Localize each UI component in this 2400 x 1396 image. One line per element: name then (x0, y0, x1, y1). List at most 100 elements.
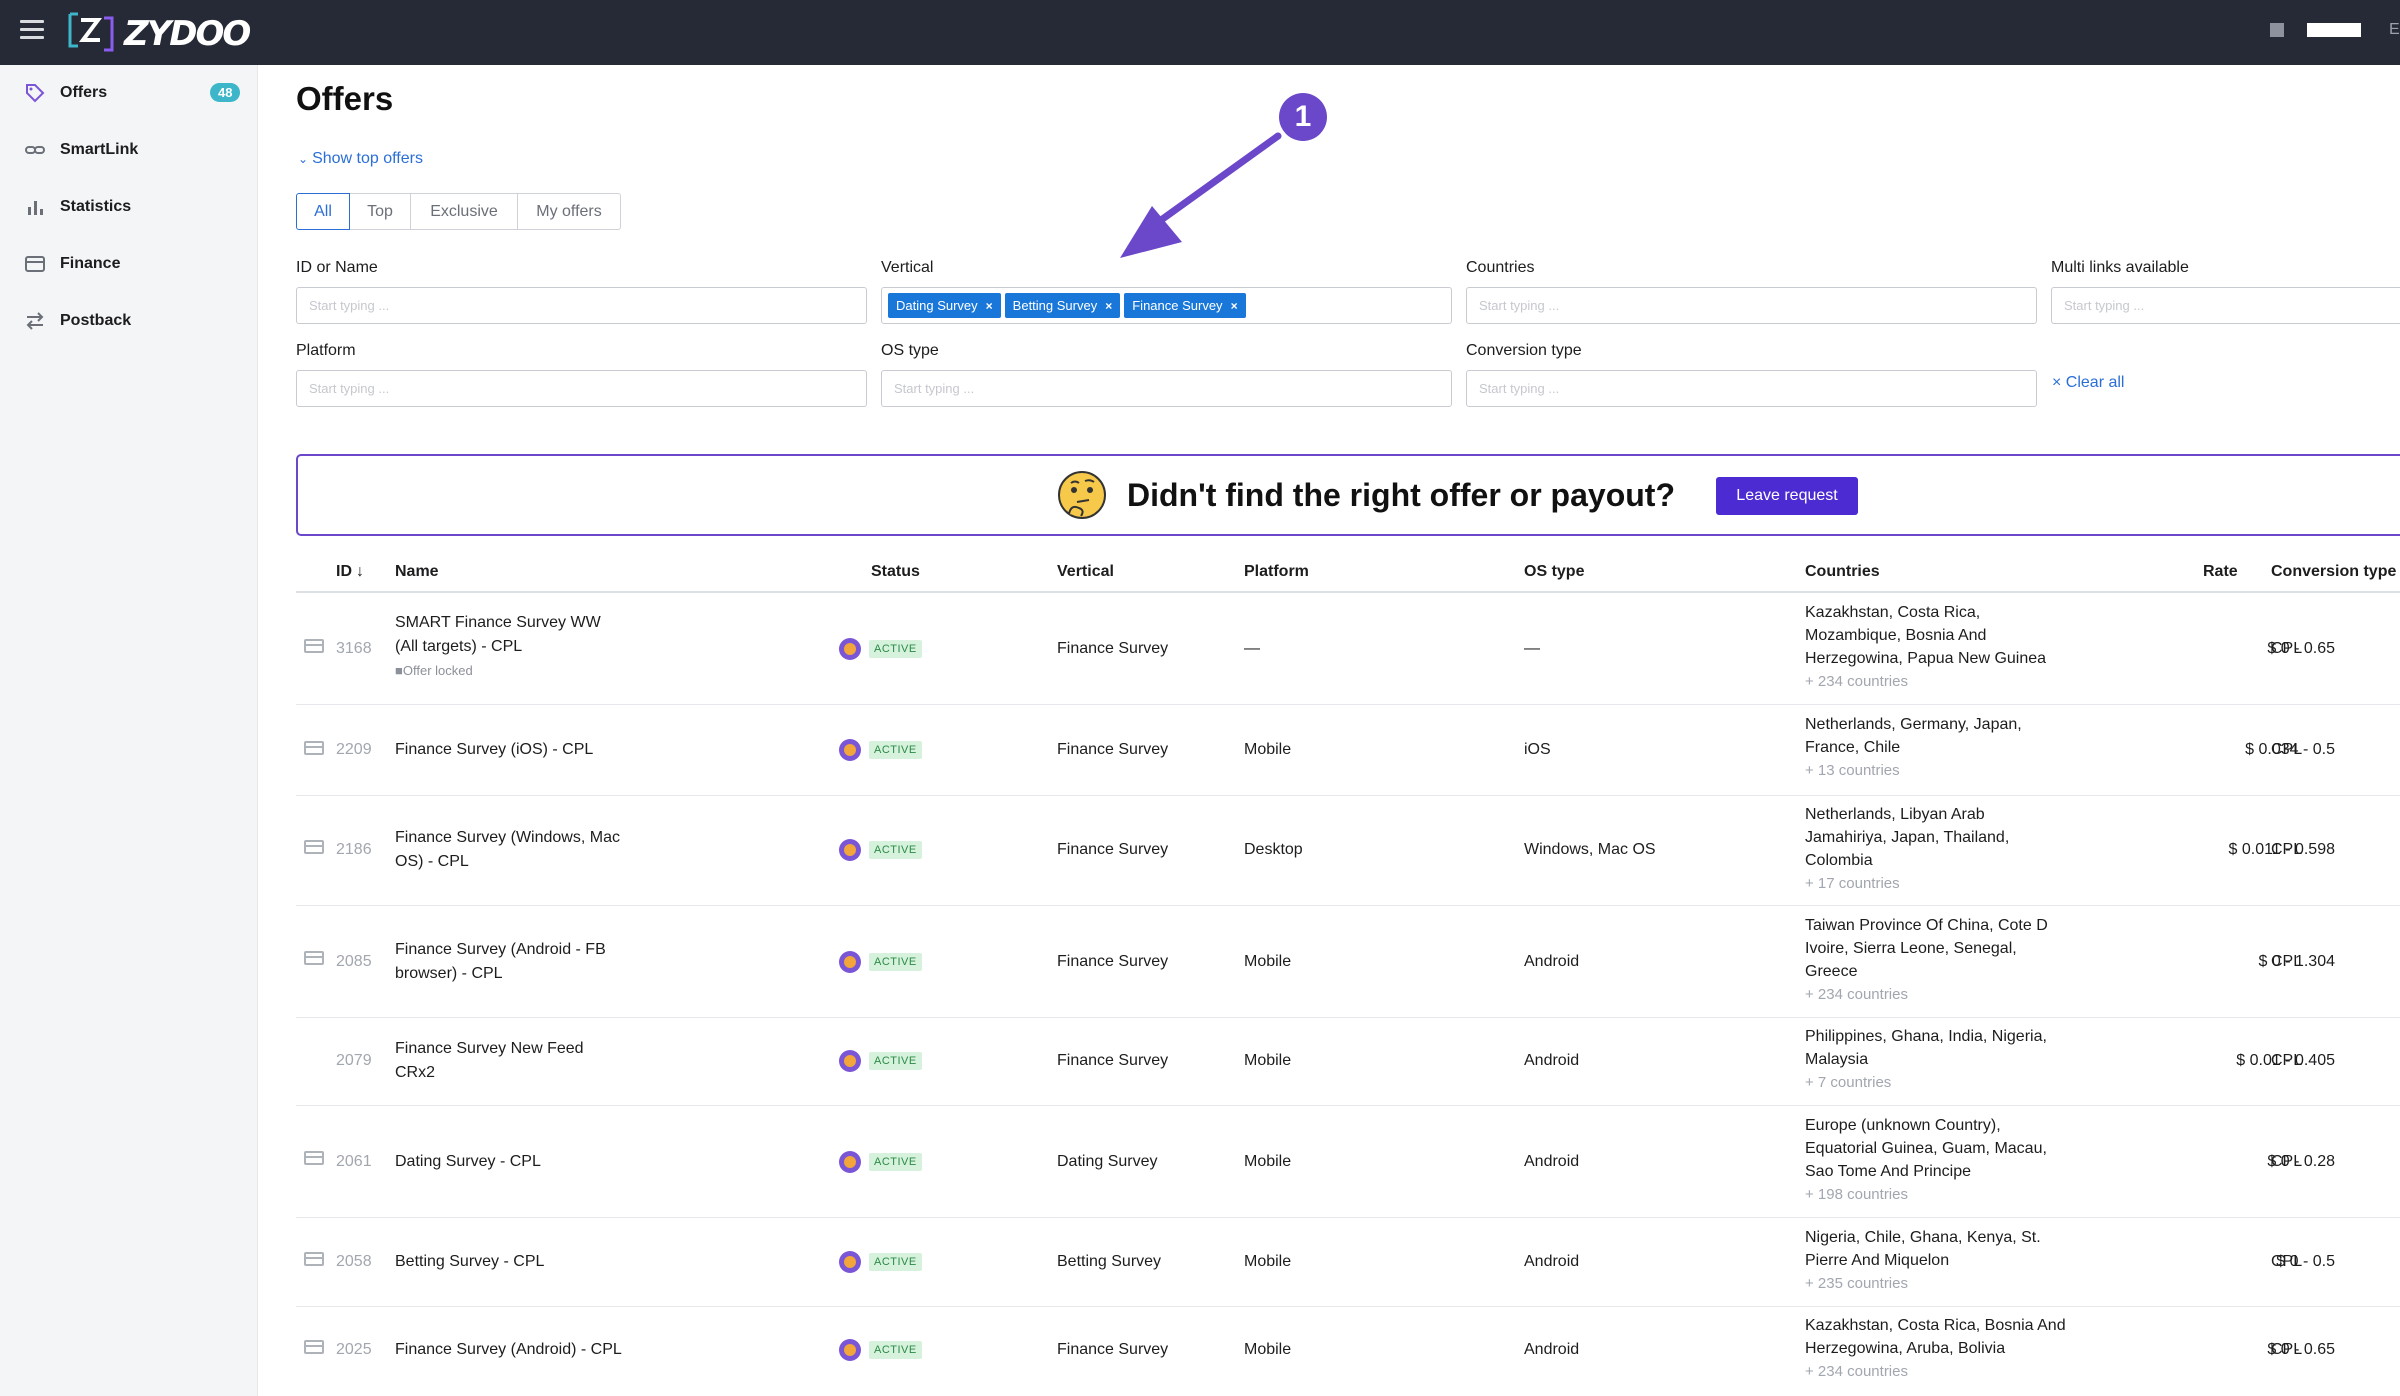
notification-icon[interactable] (2270, 23, 2284, 37)
tab-top[interactable]: Top (350, 193, 411, 230)
offer-name-line-1[interactable]: Betting Survey - CPL (395, 1250, 544, 1274)
offer-name-line-2[interactable]: browser) - CPL (395, 962, 503, 986)
column-header-os-type[interactable]: OS type (1524, 563, 1584, 581)
offer-countries-line-2: Malaysia (1805, 1051, 1869, 1068)
countries-input[interactable]: Start typing ... (1466, 287, 2037, 324)
column-header-vertical[interactable]: Vertical (1057, 563, 1114, 581)
sidebar-item-postback[interactable]: Postback (0, 293, 258, 349)
sidebar-item-offers[interactable]: Offers 48 (0, 65, 258, 121)
show-top-offers-link[interactable]: ⌄ Show top offers (298, 150, 423, 168)
offer-name-line-1[interactable]: Finance Survey (Windows, Mac (395, 826, 620, 850)
offer-vertical: Finance Survey (1057, 841, 1169, 858)
os-type-input[interactable]: Start typing ... (881, 370, 1452, 407)
menu-icon[interactable] (20, 20, 44, 40)
status-badge: ACTIVE (869, 1052, 922, 1070)
offer-name-line-1[interactable]: Dating Survey - CPL (395, 1150, 541, 1174)
offer-os-type: — (1524, 640, 1540, 657)
offer-vertical: Finance Survey (1057, 640, 1169, 657)
vertical-input[interactable]: Dating Survey × Betting Survey × Finance S… (881, 287, 1452, 324)
offer-name-line-2[interactable]: (All targets) - CPL (395, 635, 522, 659)
remove-chip-icon[interactable]: × (986, 299, 993, 313)
offer-os-type: Windows, Mac OS (1524, 841, 1656, 858)
offer-countries-line-2: Jamahiriya, Japan, Thailand, (1805, 829, 2010, 846)
column-header-name[interactable]: Name (395, 563, 439, 581)
offer-name-line-1[interactable]: Finance Survey New Feed (395, 1037, 584, 1061)
thinking-face-icon (1058, 471, 1106, 519)
conversion-type-input[interactable]: Start typing ... (1466, 370, 2037, 407)
offer-name-line-2[interactable]: CRx2 (395, 1061, 435, 1085)
table-row[interactable]: 2186 Finance Survey (Windows, Mac OS) - … (296, 796, 2400, 906)
offer-name-line-1[interactable]: Finance Survey (iOS) - CPL (395, 738, 593, 762)
tab-exclusive[interactable]: Exclusive (411, 193, 518, 230)
offer-platform: Mobile (1244, 1341, 1292, 1358)
more-countries-link[interactable]: + 17 countries (1805, 872, 1900, 896)
leave-request-button[interactable]: Leave request (1716, 477, 1858, 515)
os-type-placeholder: Start typing ... (894, 381, 975, 396)
table-row[interactable]: 3168 SMART Finance Survey WW (All target… (296, 593, 2400, 705)
column-header-conversion-type[interactable]: Conversion type (2271, 563, 2396, 581)
user-menu[interactable] (2307, 23, 2361, 37)
logo-icon[interactable] (66, 8, 116, 54)
more-countries-link[interactable]: + 198 countries (1805, 1183, 1908, 1207)
more-countries-link[interactable]: + 234 countries (1805, 670, 1908, 694)
id-or-name-input[interactable]: Start typing ... (296, 287, 867, 324)
top-bar: ZYDOO E (0, 0, 2400, 65)
table-row[interactable]: 2025 Finance Survey (Android) - CPL ACTI… (296, 1307, 2400, 1396)
vertical-label: Vertical (881, 259, 934, 276)
offer-conversion-type: CPL (2271, 1253, 2303, 1270)
more-countries-link[interactable]: + 13 countries (1805, 759, 1900, 783)
brand-name[interactable]: ZYDOO (124, 14, 251, 54)
offer-name-line-2[interactable]: OS) - CPL (395, 850, 469, 874)
column-header-rate[interactable]: Rate (2203, 563, 2238, 581)
column-header-countries[interactable]: Countries (1805, 563, 1880, 581)
offer-conversion-type: CPL (2271, 741, 2303, 758)
table-row[interactable]: 2209 Finance Survey (iOS) - CPL ACTIVE F… (296, 705, 2400, 796)
conversion-type-label: Conversion type (1466, 342, 1582, 359)
offer-countries-line-1: Kazakhstan, Costa Rica, (1805, 604, 1981, 621)
offer-name-line-1[interactable]: Finance Survey (Android - FB (395, 938, 606, 962)
status-indicator: ACTIVE (839, 1339, 922, 1361)
vertical-chip-finance[interactable]: Finance Survey × (1124, 293, 1246, 318)
remove-chip-icon[interactable]: × (1105, 299, 1112, 313)
more-countries-link[interactable]: + 7 countries (1805, 1071, 1891, 1095)
offer-name-line-1[interactable]: SMART Finance Survey WW (395, 611, 601, 635)
table-row[interactable]: 2061 Dating Survey - CPL ACTIVE Dating S… (296, 1106, 2400, 1218)
offer-thumbnail-icon (304, 951, 324, 965)
multi-links-input[interactable]: Start typing ... (2051, 287, 2400, 324)
column-header-status[interactable]: Status (871, 563, 920, 581)
offer-countries-line-1: Philippines, Ghana, India, Nigeria, (1805, 1028, 2047, 1045)
offer-id: 2061 (336, 1153, 372, 1170)
remove-chip-icon[interactable]: × (1231, 299, 1238, 313)
status-badge: ACTIVE (869, 1153, 922, 1171)
more-countries-link[interactable]: + 234 countries (1805, 1360, 1908, 1384)
column-header-platform[interactable]: Platform (1244, 563, 1309, 581)
vertical-chip-dating[interactable]: Dating Survey × (888, 293, 1001, 318)
offer-conversion-type: CPL (2271, 640, 2303, 657)
offer-id: 2058 (336, 1253, 372, 1270)
clear-all-button[interactable]: × Clear all (2052, 374, 2124, 392)
tab-my-offers[interactable]: My offers (518, 193, 621, 230)
status-indicator: ACTIVE (839, 638, 922, 660)
table-row[interactable]: 2085 Finance Survey (Android - FB browse… (296, 906, 2400, 1018)
more-countries-link[interactable]: + 235 countries (1805, 1272, 1908, 1296)
column-header-id[interactable]: ID ↓ (336, 563, 364, 581)
tab-all[interactable]: All (296, 193, 350, 230)
offer-id: 2186 (336, 841, 372, 858)
card-icon (24, 253, 46, 275)
table-row[interactable]: 2058 Betting Survey - CPL ACTIVE Betting… (296, 1218, 2400, 1307)
sidebar-item-smartlink[interactable]: SmartLink (0, 122, 258, 178)
page-title: Offers (296, 80, 394, 117)
offer-name-line-1[interactable]: Finance Survey (Android) - CPL (395, 1338, 622, 1362)
table-row[interactable]: 2079 Finance Survey New Feed CRx2 ACTIVE… (296, 1018, 2400, 1106)
more-countries-link[interactable]: + 234 countries (1805, 983, 1908, 1007)
offer-countries-line-3: Greece (1805, 963, 1858, 980)
status-indicator: ACTIVE (839, 839, 922, 861)
sidebar-item-finance[interactable]: Finance (0, 236, 258, 292)
platform-input[interactable]: Start typing ... (296, 370, 867, 407)
vertical-chip-betting[interactable]: Betting Survey × (1004, 293, 1121, 318)
sidebar-item-statistics[interactable]: Statistics (0, 179, 258, 235)
offer-countries-line-2: Herzegowina, Aruba, Bolivia (1805, 1340, 2006, 1357)
offer-os-type: Android (1524, 953, 1580, 970)
crown-icon (839, 1050, 861, 1072)
topbar-edge-label: E (2389, 21, 2400, 38)
